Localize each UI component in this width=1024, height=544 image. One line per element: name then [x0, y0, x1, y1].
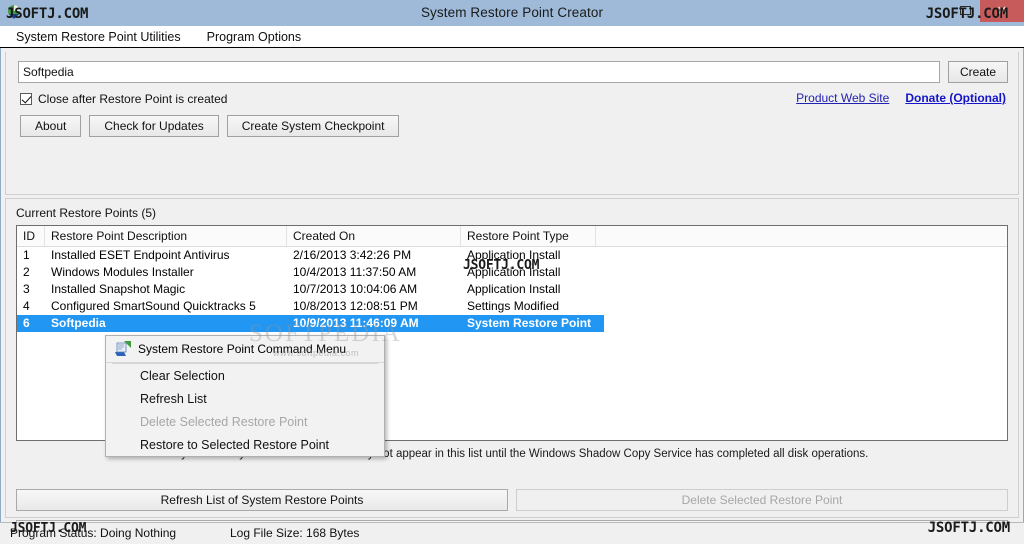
- listview-header: ID Restore Point Description Created On …: [17, 226, 1007, 247]
- column-header-filler[interactable]: [596, 226, 1007, 246]
- maximize-button[interactable]: [950, 0, 980, 22]
- cell-description: Softpedia: [51, 316, 106, 330]
- list-caption: Current Restore Points (5): [16, 206, 157, 220]
- context-menu: System Restore Point Command Menu Clear …: [105, 335, 385, 457]
- cell-created-on: 10/9/2013 11:46:09 AM: [293, 316, 419, 330]
- log-file-size-text: Log File Size: 168 Bytes: [230, 526, 360, 540]
- cell-description: Configured SmartSound Quicktracks 5: [51, 299, 256, 313]
- cell-description: Windows Modules Installer: [51, 265, 194, 279]
- menu-item-program-options[interactable]: Program Options: [207, 30, 301, 44]
- client-area: Create Close after Restore Point is crea…: [0, 48, 1024, 542]
- links-group: Product Web Site Donate (Optional): [796, 91, 1006, 105]
- menu-item-system-restore-point-utilities[interactable]: System Restore Point Utilities: [16, 30, 181, 44]
- checkbox-label: Close after Restore Point is created: [38, 92, 228, 106]
- about-button[interactable]: About: [20, 115, 82, 137]
- program-status-text: Program Status: Doing Nothing: [10, 526, 177, 540]
- app-window: System Restore Point Creator ✕ System Re…: [0, 0, 1024, 544]
- column-header-created-on[interactable]: Created On: [287, 226, 461, 246]
- cell-type: System Restore Point: [467, 316, 592, 330]
- close-button[interactable]: ✕: [980, 0, 1024, 22]
- column-header-type[interactable]: Restore Point Type: [461, 226, 596, 246]
- cell-type: Application Install: [467, 265, 561, 279]
- cell-id: 3: [23, 282, 30, 296]
- column-header-description[interactable]: Restore Point Description: [45, 226, 287, 246]
- create-system-checkpoint-button[interactable]: Create System Checkpoint: [226, 115, 400, 137]
- restore-point-name-row: Create: [18, 61, 1008, 83]
- table-row[interactable]: 4 Configured SmartSound Quicktracks 5 10…: [17, 298, 1007, 315]
- window-controls: ✕: [950, 0, 1024, 24]
- product-web-site-link[interactable]: Product Web Site: [796, 91, 889, 105]
- window-title: System Restore Point Creator: [420, 5, 604, 20]
- maximize-icon: [960, 6, 971, 15]
- client-inner: Create Close after Restore Point is crea…: [1, 48, 1023, 542]
- restore-point-icon: [106, 338, 138, 360]
- cell-created-on: 10/8/2013 12:08:51 PM: [293, 299, 418, 313]
- list-action-row-1: Refresh List of System Restore Points De…: [16, 489, 1008, 511]
- table-row[interactable]: 2 Windows Modules Installer 10/4/2013 11…: [17, 264, 1007, 281]
- listview-body: 1 Installed ESET Endpoint Antivirus 2/16…: [17, 247, 1007, 332]
- refresh-list-button[interactable]: Refresh List of System Restore Points: [16, 489, 508, 511]
- status-bar: Program Status: Doing Nothing Log File S…: [0, 522, 1024, 544]
- title-bar: System Restore Point Creator ✕: [0, 0, 1024, 26]
- table-row[interactable]: 1 Installed ESET Endpoint Antivirus 2/16…: [17, 247, 1007, 264]
- cell-id: 1: [23, 248, 30, 262]
- close-after-create-checkbox[interactable]: Close after Restore Point is created: [20, 92, 227, 106]
- create-button[interactable]: Create: [948, 61, 1008, 83]
- cell-id: 4: [23, 299, 30, 313]
- create-restore-point-pane: Create Close after Restore Point is crea…: [5, 52, 1019, 195]
- context-menu-item-clear-selection[interactable]: Clear Selection: [106, 364, 384, 387]
- cell-type: Application Install: [467, 282, 561, 296]
- cell-type: Application Install: [467, 248, 561, 262]
- cell-created-on: 10/7/2013 10:04:06 AM: [293, 282, 418, 296]
- donate-link[interactable]: Donate (Optional): [905, 91, 1006, 105]
- context-menu-item-restore-to-selected-restore-point[interactable]: Restore to Selected Restore Point: [106, 433, 384, 456]
- check-for-updates-button[interactable]: Check for Updates: [89, 115, 219, 137]
- menu-bar: System Restore Point Utilities Program O…: [0, 26, 1024, 48]
- table-row-selected[interactable]: 6 Softpedia 10/9/2013 11:46:09 AM System…: [17, 315, 604, 332]
- context-menu-header-label: System Restore Point Command Menu: [138, 342, 347, 356]
- delete-selected-restore-point-button: Delete Selected Restore Point: [516, 489, 1008, 511]
- checkbox-box[interactable]: [20, 93, 32, 105]
- close-icon: ✕: [996, 3, 1008, 18]
- table-row[interactable]: 3 Installed Snapshot Magic 10/7/2013 10:…: [17, 281, 1007, 298]
- cell-description: Installed Snapshot Magic: [51, 282, 186, 296]
- cell-description: Installed ESET Endpoint Antivirus: [51, 248, 230, 262]
- column-header-id[interactable]: ID: [17, 226, 45, 246]
- cell-created-on: 10/4/2013 11:37:50 AM: [293, 265, 417, 279]
- cell-type: Settings Modified: [467, 299, 560, 313]
- context-menu-item-refresh-list[interactable]: Refresh List: [106, 387, 384, 410]
- cell-id: 6: [23, 316, 30, 330]
- context-menu-item-delete-selected-restore-point: Delete Selected Restore Point: [140, 414, 308, 429]
- cell-created-on: 2/16/2013 3:42:26 PM: [293, 248, 412, 262]
- cell-id: 2: [23, 265, 30, 279]
- action-buttons-row: About Check for Updates Create System Ch…: [20, 115, 400, 137]
- context-menu-header: System Restore Point Command Menu: [106, 336, 384, 363]
- restore-point-name-input[interactable]: [18, 61, 940, 83]
